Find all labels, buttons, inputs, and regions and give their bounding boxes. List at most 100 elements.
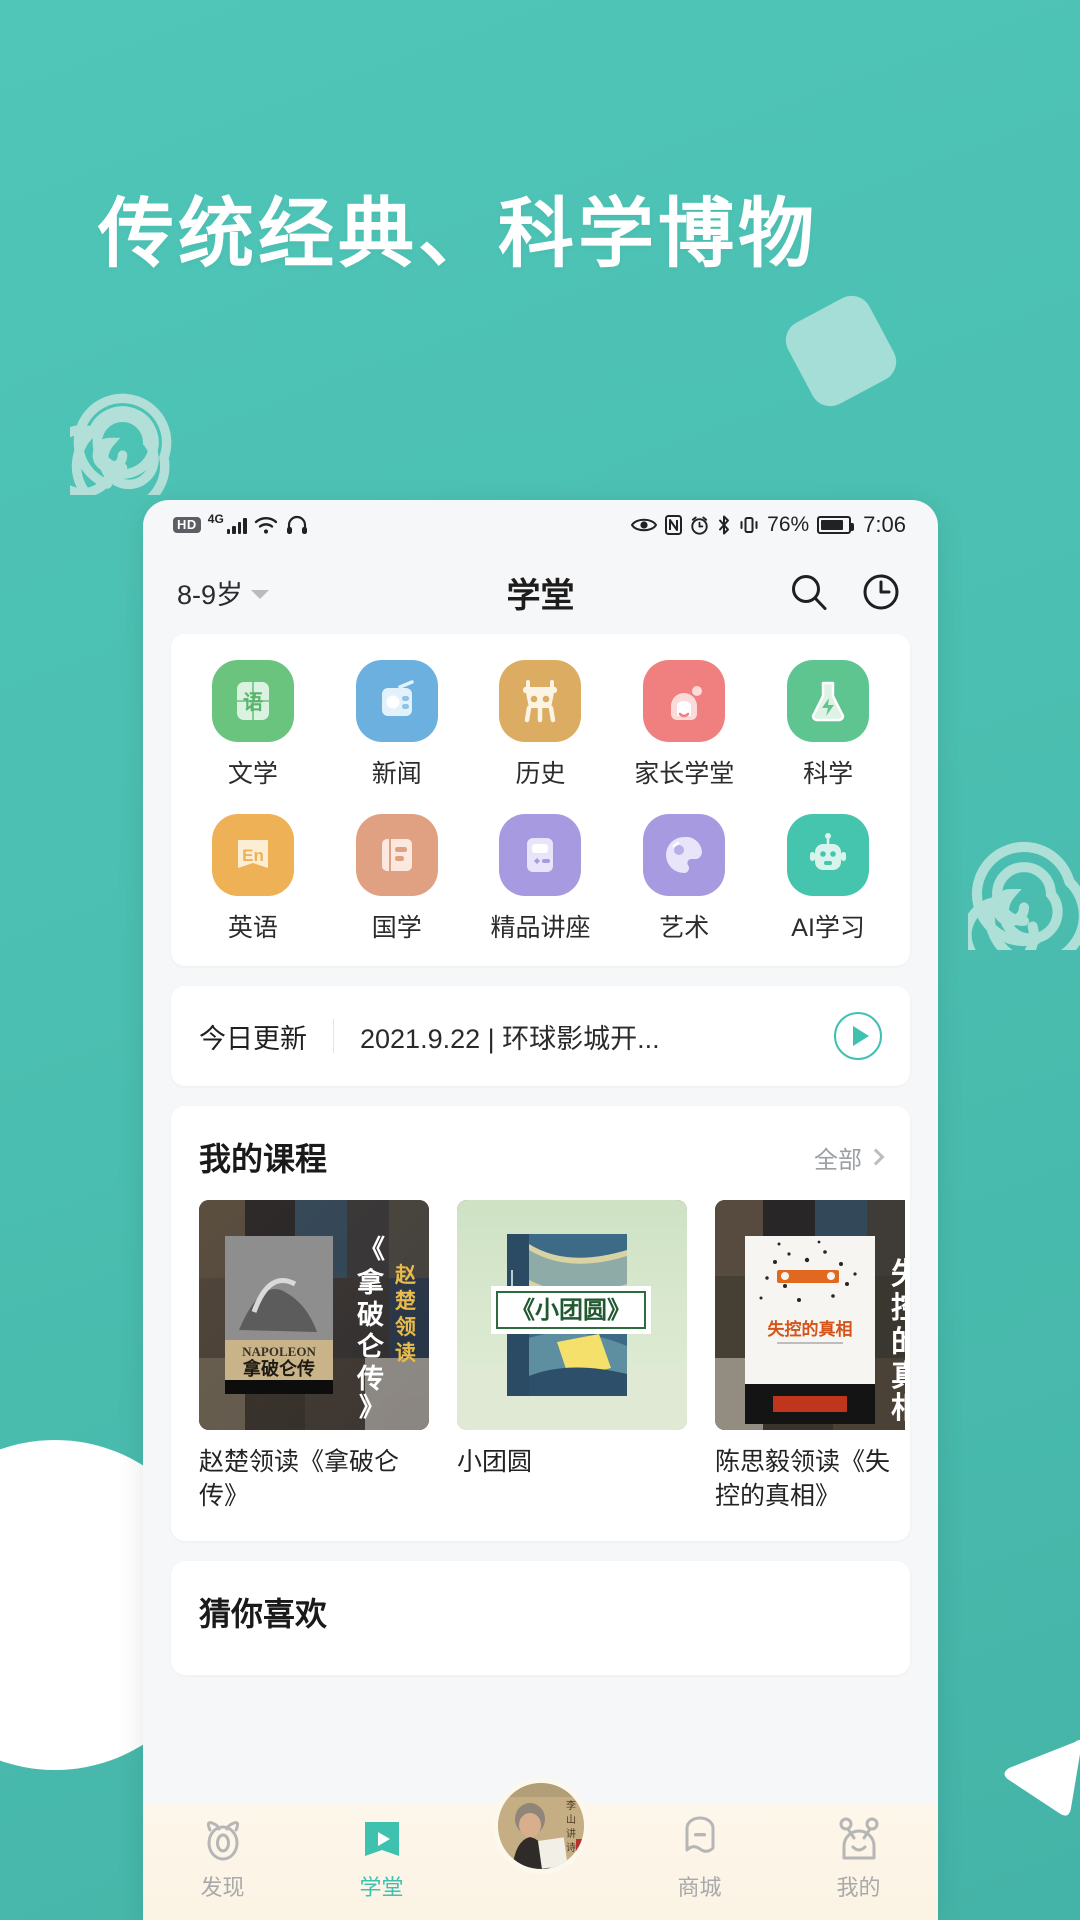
tab-profile[interactable]: 我的 [779,1816,938,1902]
tab-label: 学堂 [359,1875,404,1900]
course-card[interactable]: 失控的真相 《 失 控 的 真 相 陈思毅领读 [715,1200,905,1513]
today-update-card[interactable]: 今日更新 2021.9.22 | 环球影城开... [171,986,910,1086]
course-card[interactable]: 《小团圆》 小团圆 [457,1200,687,1513]
category-item-english[interactable]: En 英语 [181,814,325,944]
svg-text:》: 》 [359,1392,385,1422]
tab-label: 发现 [200,1875,245,1900]
signal-bars-icon [226,516,247,534]
network-type-label: 4G [207,512,224,526]
guoxue-book-icon [355,814,438,896]
category-row-1: 语 文学 新闻 历史 家长学堂 科学 [181,660,900,790]
clock-label: 7:06 [863,512,906,537]
age-selector[interactable]: 8-9岁 [177,573,270,612]
course-cover: NAPOLEON 拿破仑传 《 拿 破 仑 传 》 赵 楚 领 读 [199,1200,429,1430]
svg-text:控: 控 [891,1292,905,1325]
svg-text:NAPOLEON: NAPOLEON [242,1344,316,1359]
status-bar: HD 4G 76% 7:06 [143,500,938,550]
age-selector-label: 8-9岁 [177,579,244,610]
battery-percent-label: 76% [767,513,810,536]
svg-text:读: 读 [395,1342,416,1365]
svg-text:的: 的 [891,1326,905,1359]
category-label: 家长学堂 [634,760,735,788]
svg-text:领: 领 [395,1315,416,1339]
my-courses-card: 我的课程 全部 NAPOLEON 拿破仑传 《 拿 破 仑 传 》 赵 楚 领 … [171,1106,910,1541]
svg-text:《: 《 [359,1234,385,1264]
svg-text:失: 失 [891,1258,905,1291]
today-update-tag: 今日更新 [199,1023,307,1054]
english-book-icon: En [211,814,294,896]
tab-classroom[interactable]: 学堂 [302,1816,461,1902]
category-label: 文学 [227,760,278,788]
phone-mockup: HD 4G 76% 7:06 8-9岁 学堂 语 文学 新闻 历史 家长学堂 科… [143,500,938,1920]
svg-text:讲: 讲 [566,1827,576,1840]
category-label: AI学习 [791,914,865,942]
category-item-art[interactable]: 艺术 [612,814,756,944]
news-radio-icon [355,660,438,742]
my-courses-header: 我的课程 全部 [171,1106,910,1200]
svg-text:《: 《 [893,1223,905,1254]
tab-label: 我的 [836,1875,881,1900]
decorative-spiral-left [70,390,175,495]
course-cover: 失控的真相 《 失 控 的 真 相 [715,1200,905,1430]
hd-badge-icon: HD [173,516,201,534]
ai-robot-icon [787,814,870,896]
svg-text:破: 破 [357,1300,384,1330]
svg-text:相: 相 [891,1392,905,1425]
svg-text:拿破仑传: 拿破仑传 [242,1358,315,1379]
wifi-icon [254,517,277,534]
svg-text:失控的真相: 失控的真相 [768,1319,853,1339]
svg-text:楚: 楚 [395,1290,416,1313]
search-icon[interactable] [788,571,830,613]
view-all-label: 全部 [814,1146,862,1174]
headphones-icon [286,515,307,534]
category-label: 历史 [515,760,566,788]
category-grid-card: 语 文学 新闻 历史 家长学堂 科学 En 英语 国学 精品讲座 艺术 AI学习 [171,634,910,966]
category-item-guoxue[interactable]: 国学 [325,814,469,944]
avatar[interactable]: 李山 讲诗 [492,1778,589,1874]
nfc-icon [665,515,683,535]
section-title: 猜你喜欢 [199,1596,328,1632]
art-palette-icon [643,814,726,896]
shop-icon [685,1816,714,1853]
svg-text:仑: 仑 [357,1331,385,1362]
category-item-history[interactable]: 历史 [469,660,613,790]
app-header: 8-9岁 学堂 [143,550,938,634]
category-label: 艺术 [659,914,710,942]
course-list[interactable]: NAPOLEON 拿破仑传 《 拿 破 仑 传 》 赵 楚 领 读 赵楚领读《拿… [171,1200,910,1541]
category-item-ai[interactable]: AI学习 [756,814,900,944]
section-title: 我的课程 [199,1141,328,1177]
battery-icon [817,516,855,534]
svg-text:En: En [242,846,264,865]
decorative-square [778,288,904,414]
tab-discover[interactable]: 发现 [143,1816,302,1902]
play-circle-icon[interactable] [834,1012,882,1060]
guess-you-like-card: 猜你喜欢 [171,1561,910,1675]
course-cover: 《小团圆》 [457,1200,687,1430]
category-label: 新闻 [371,760,422,788]
course-card[interactable]: NAPOLEON 拿破仑传 《 拿 破 仑 传 》 赵 楚 领 读 赵楚领读《拿… [199,1200,429,1513]
svg-text:《小团圆》: 《小团圆》 [511,1297,631,1324]
svg-text:赵: 赵 [394,1263,417,1287]
svg-text:山: 山 [566,1814,576,1826]
category-label: 英语 [227,914,278,942]
vibrate-icon [740,517,758,533]
svg-text:传: 传 [356,1364,384,1394]
svg-text:拿: 拿 [357,1267,385,1298]
tab-shop[interactable]: 商城 [620,1816,779,1902]
clock-history-icon[interactable] [860,571,902,613]
course-title: 赵楚领读《拿破仑传》 [199,1448,400,1510]
category-item-parent-school[interactable]: 家长学堂 [612,660,756,790]
view-all-link[interactable]: 全部 [814,1140,885,1175]
today-update-text: 2021.9.22 | 环球影城开... [360,1023,660,1054]
decorative-triangle [995,1730,1080,1830]
literature-icon: 语 [211,660,294,742]
chevron-right-icon [867,1148,885,1166]
category-item-news[interactable]: 新闻 [325,660,469,790]
category-item-science[interactable]: 科学 [756,660,900,790]
category-item-literature[interactable]: 语 文学 [181,660,325,790]
profile-icon [839,1817,878,1860]
category-item-lectures[interactable]: 精品讲座 [469,814,613,944]
category-label: 精品讲座 [490,914,591,942]
classroom-icon [364,1822,399,1856]
eye-comfort-icon [631,518,658,532]
